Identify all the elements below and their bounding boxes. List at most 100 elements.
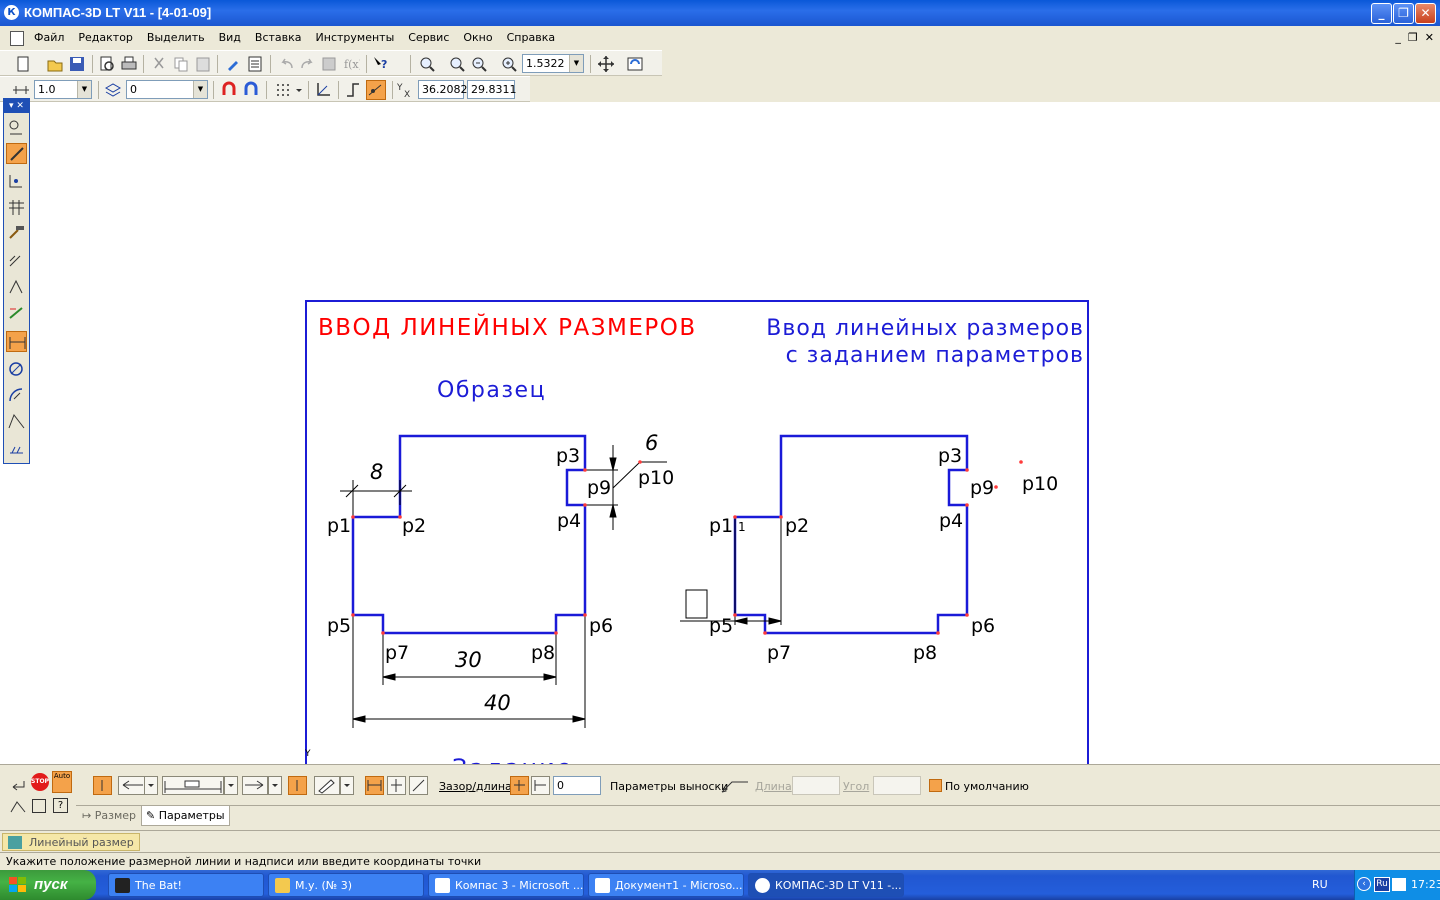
text-orientation-2-button[interactable] [288, 776, 307, 795]
menu-service[interactable]: Сервис [408, 31, 449, 44]
gap-value-input[interactable]: 0 [553, 776, 601, 795]
zoom-window-icon[interactable] [418, 55, 436, 73]
menu-file[interactable]: Файл [34, 31, 64, 44]
redo-icon[interactable] [298, 55, 316, 73]
dimension-horizontal-button[interactable] [365, 776, 384, 795]
ortho-icon[interactable] [344, 81, 362, 99]
layers-icon[interactable] [104, 81, 122, 99]
document-icon[interactable] [10, 31, 24, 46]
minimize-button[interactable]: _ [1371, 3, 1392, 24]
properties-icon[interactable] [246, 55, 264, 73]
chevron-down-icon[interactable] [294, 81, 304, 99]
print-icon[interactable] [120, 55, 138, 73]
copy-icon[interactable] [172, 55, 190, 73]
zoom-out-icon[interactable] [470, 55, 488, 73]
maximize-button[interactable]: ❐ [1393, 3, 1414, 24]
menu-select[interactable]: Выделить [147, 31, 205, 44]
menu-help[interactable]: Справка [507, 31, 555, 44]
angle-input[interactable] [873, 776, 921, 795]
angle-dimension-icon[interactable] [6, 411, 27, 432]
parametrization-icon[interactable] [6, 171, 27, 192]
start-button[interactable]: пуск [0, 870, 96, 900]
length-input[interactable] [792, 776, 840, 795]
menu-insert[interactable]: Вставка [255, 31, 302, 44]
mdi-window-controls[interactable]: _ ❐ ✕ [1395, 31, 1434, 44]
dimensions-icon[interactable] [6, 331, 27, 352]
drawing-canvas[interactable]: ВВОД ЛИНЕЙНЫХ РАЗМЕРОВ Ввод линейных раз… [0, 102, 1440, 764]
chevron-down-icon[interactable] [268, 776, 282, 795]
help-icon[interactable]: ? [53, 798, 68, 813]
format-brush-icon[interactable] [224, 55, 242, 73]
snap-magnet-icon[interactable] [220, 81, 238, 99]
edit-icon[interactable] [6, 143, 27, 164]
menu-view[interactable]: Вид [219, 31, 241, 44]
grid-icon[interactable] [274, 81, 292, 99]
task-kompas[interactable]: КОМПАС-3D LT V11 -... [748, 873, 904, 897]
text-orientation-button[interactable] [93, 776, 112, 795]
geometry-icon[interactable] [6, 117, 27, 138]
pencil-icon[interactable] [314, 776, 340, 795]
save-icon[interactable] [68, 55, 86, 73]
print-preview-icon[interactable] [98, 55, 116, 73]
menu-editor[interactable]: Редактор [78, 31, 133, 44]
task-folder[interactable]: М.у. (№ 3) [268, 873, 424, 897]
paste-icon[interactable] [194, 55, 212, 73]
cursor-coords-icon[interactable]: YX [396, 81, 414, 99]
undo-icon[interactable] [278, 55, 296, 73]
task-word-document1[interactable]: Документ1 - Microso... [588, 873, 744, 897]
menu-window[interactable]: Окно [463, 31, 492, 44]
leader-shelf-icon[interactable] [720, 776, 750, 795]
panel-header[interactable]: ▾ ✕ [4, 99, 29, 113]
round-off-icon[interactable] [366, 80, 386, 100]
annotation-icon[interactable] [6, 251, 27, 272]
chevron-down-icon[interactable] [144, 776, 158, 795]
arrays-icon[interactable] [6, 197, 27, 218]
measure-icon[interactable] [6, 303, 27, 324]
tray-app-icon[interactable] [1392, 878, 1406, 891]
command-tab-linear-dimension[interactable]: Линейный размер [2, 833, 140, 851]
chevron-left-icon[interactable]: ‹ [1357, 877, 1371, 891]
tab-size[interactable]: ↦ Размер [78, 806, 140, 826]
local-snap-icon[interactable] [242, 81, 260, 99]
cut-icon[interactable] [150, 55, 168, 73]
layer-input[interactable]: 0 ▼ [126, 80, 208, 99]
dimension-tool-icon[interactable] [9, 797, 29, 815]
clock[interactable]: 17:23 [1411, 878, 1440, 891]
refresh-icon[interactable] [626, 55, 644, 73]
chevron-down-icon[interactable]: ▼ [77, 81, 91, 98]
arrow-right-type-button[interactable] [242, 776, 268, 795]
coord-y-field[interactable]: 29.8311 [467, 80, 517, 99]
diameter-icon[interactable] [6, 359, 27, 380]
default-checkbox[interactable] [929, 779, 942, 792]
zoom-input[interactable]: 1.5322 ▼ [522, 54, 584, 73]
chevron-down-icon[interactable] [340, 776, 354, 795]
close-button[interactable]: ✕ [1415, 3, 1436, 24]
open-folder-icon[interactable] [46, 55, 64, 73]
chevron-down-icon[interactable]: ▼ [193, 81, 207, 98]
snap-frame-icon[interactable] [32, 799, 46, 813]
pan-icon[interactable] [597, 55, 615, 73]
radius-icon[interactable] [6, 385, 27, 406]
dimension-vertical-button[interactable] [387, 776, 406, 795]
local-cs-icon[interactable] [314, 81, 332, 99]
zoom-in-icon[interactable] [448, 55, 466, 73]
menu-tools[interactable]: Инструменты [316, 31, 395, 44]
manager-icon[interactable] [320, 55, 338, 73]
enter-icon[interactable] [9, 776, 28, 795]
task-the-bat[interactable]: The Bat! [108, 873, 264, 897]
coord-x-field[interactable]: 36.2082 [418, 80, 468, 99]
gap-toggle-button[interactable] [510, 776, 529, 795]
new-document-icon[interactable] [14, 55, 32, 73]
task-word-kompas[interactable]: Компас 3 - Microsoft ... [428, 873, 584, 897]
length-toggle-button[interactable] [531, 776, 550, 795]
context-help-icon[interactable]: ? [372, 55, 390, 73]
stop-button[interactable]: STOP [31, 773, 49, 791]
zoom-scale-icon[interactable] [500, 55, 518, 73]
variables-icon[interactable]: f(x) [342, 55, 360, 73]
hammer-icon[interactable] [6, 223, 27, 244]
dimension-text-position-button[interactable] [162, 776, 224, 795]
tab-params[interactable]: ✎ Параметры [141, 806, 230, 826]
auto-button[interactable]: Auto [52, 771, 72, 793]
language-indicator[interactable]: RU [1312, 878, 1328, 891]
triangle-icon[interactable] [6, 277, 27, 298]
